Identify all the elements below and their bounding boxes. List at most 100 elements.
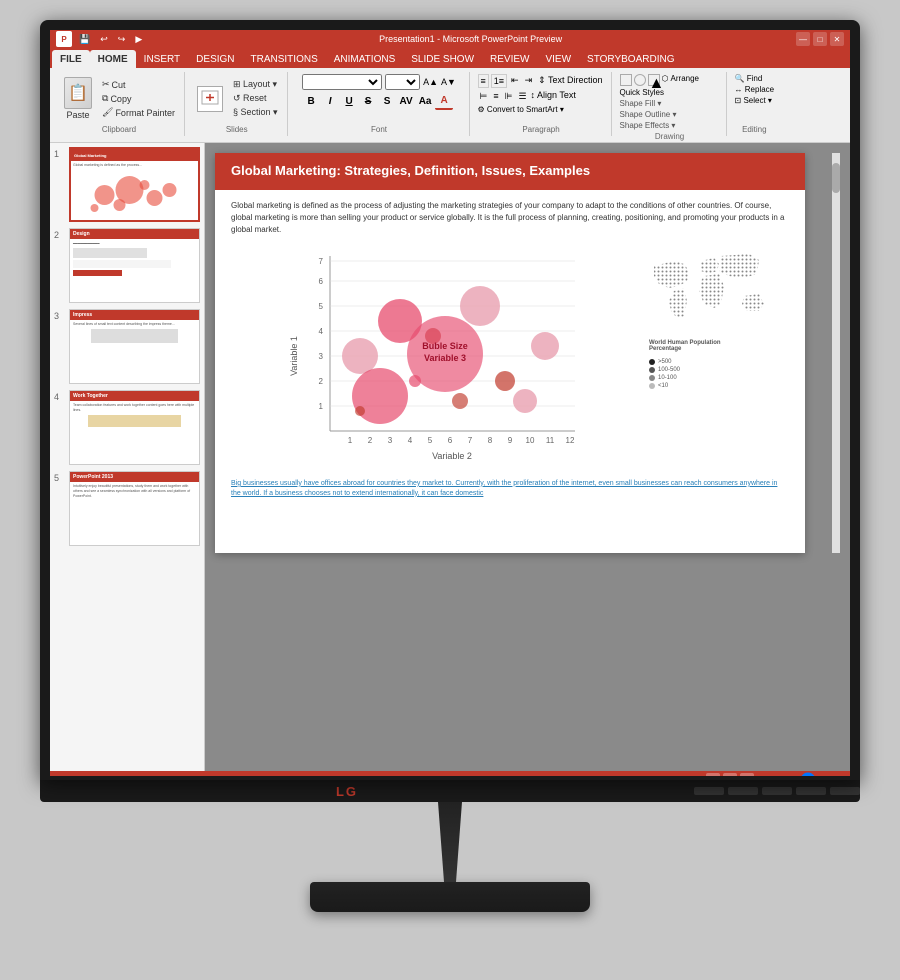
tab-home[interactable]: HOME (90, 50, 136, 68)
start-button[interactable]: ▶ (132, 33, 145, 46)
slide-sorter-icon[interactable]: ⊞ (723, 773, 737, 776)
monitor-buttons (694, 787, 860, 795)
tab-animations[interactable]: ANIMATIONS (326, 50, 403, 68)
undo-button[interactable]: ↩ (97, 33, 111, 46)
tab-design[interactable]: DESIGN (188, 50, 242, 68)
reading-view-icon[interactable]: ▶ (740, 773, 754, 776)
slide-num-4: 4 (54, 390, 64, 402)
increase-font-button[interactable]: A▲ (423, 77, 438, 87)
slide-thumb-5[interactable]: 5 PowerPoint 2013 Intuitively enjoy beau… (54, 471, 200, 546)
paste-button[interactable]: Paste (60, 75, 96, 122)
shape-outline-button[interactable]: Shape Outline ▾ (620, 110, 677, 119)
language-info: ENGLISH (UNITED KINGDOM) (116, 776, 229, 777)
convert-smartart-button[interactable]: ⚙ Convert to SmartArt ▾ (478, 105, 564, 114)
section-button[interactable]: § Section ▾ (230, 106, 281, 119)
monitor-btn-2[interactable] (728, 787, 758, 795)
layout-button[interactable]: ⊞ Layout ▾ (230, 78, 281, 91)
italic-button[interactable]: I (321, 92, 339, 110)
shape-fill-button[interactable]: Shape Fill ▾ (620, 99, 662, 108)
decrease-font-button[interactable]: A▼ (441, 77, 456, 87)
align-center-button[interactable]: ≡ (491, 90, 500, 103)
align-justify-button[interactable]: ☰ (516, 90, 528, 103)
save-button[interactable]: 💾 (76, 33, 93, 46)
replace-button[interactable]: ↔ Replace (735, 85, 775, 94)
minimize-button[interactable]: — (796, 32, 810, 46)
bold-button[interactable]: B (302, 92, 320, 110)
maximize-button[interactable]: □ (813, 32, 827, 46)
monitor-btn-3[interactable] (762, 787, 792, 795)
font-label: Font (371, 125, 387, 134)
tab-file[interactable]: FILE (52, 50, 90, 68)
legend-item-4: <10 (649, 383, 789, 389)
align-right-button[interactable]: ⊫ (503, 90, 515, 103)
underline-button[interactable]: U (340, 92, 358, 110)
app-body: 1 Global Marketing Global marketing is d… (50, 143, 850, 771)
tab-storyboarding[interactable]: STORYBOARDING (579, 50, 682, 68)
shapes-button[interactable]: ⬡ (662, 74, 669, 86)
format-painter-icon: 🖌 (102, 107, 113, 118)
change-case-button[interactable]: Aa (416, 92, 434, 110)
shadow-button[interactable]: S (378, 92, 396, 110)
slide-thumb-4[interactable]: 4 Work Together Team collaboration featu… (54, 390, 200, 465)
align-left-button[interactable]: ⊨ (478, 90, 490, 103)
slide-thumb-3[interactable]: 3 Impress Several lines of small text co… (54, 309, 200, 384)
ribbon-tabs: FILE HOME INSERT DESIGN TRANSITIONS ANIM… (50, 48, 850, 68)
paragraph-label: Paragraph (522, 125, 559, 134)
new-slide-button[interactable] (193, 84, 227, 114)
legend-label-4: <10 (658, 383, 668, 389)
copy-button[interactable]: ⧉ Copy (99, 92, 178, 105)
slide-num-1: 1 (54, 147, 64, 159)
cut-button[interactable]: ✂ Cut (99, 78, 178, 91)
slide-content: Global Marketing: Strategies, Definition… (215, 153, 805, 553)
notes-button[interactable]: NOTES (620, 776, 648, 777)
slide-info: SLIDE 1 OF 5 (58, 776, 108, 777)
legend-label-3: 10-100 (658, 375, 677, 381)
font-family-select[interactable] (302, 74, 382, 90)
comments-button[interactable]: COMMENTS (653, 776, 700, 777)
tab-slideshow[interactable]: SLIDE SHOW (403, 50, 482, 68)
clipboard-group: Paste ✂ Cut ⧉ Copy (54, 72, 185, 136)
decrease-indent-button[interactable]: ⇤ (509, 74, 521, 88)
monitor-btn-5[interactable] (830, 787, 860, 795)
find-button[interactable]: 🔍 Find (735, 74, 763, 83)
tab-insert[interactable]: INSERT (136, 50, 189, 68)
monitor-btn-1[interactable] (694, 787, 724, 795)
clipboard-label: Clipboard (102, 125, 136, 134)
shape-triangle[interactable]: ▲ (648, 74, 660, 86)
font-size-select[interactable] (385, 74, 420, 90)
tab-view[interactable]: VIEW (537, 50, 579, 68)
font-color-button[interactable]: A (435, 92, 453, 110)
increase-indent-button[interactable]: ⇥ (523, 74, 535, 88)
slide-thumb-2[interactable]: 2 Design ━━━━━━━━━━━ (54, 228, 200, 303)
select-button[interactable]: ⊡ Select ▾ (735, 96, 772, 105)
strikethrough-button[interactable]: S (359, 92, 377, 110)
reset-button[interactable]: ↺ Reset (230, 92, 281, 105)
text-direction-button[interactable]: ⇕ Text Direction (536, 74, 604, 88)
svg-text:7: 7 (468, 436, 473, 445)
align-text-button[interactable]: ↕ Align Text (531, 90, 576, 103)
drawing-group: ▲ ⬡ Arrange Quick Styles Shape Fill ▾ Sh… (614, 72, 727, 136)
normal-view-icon[interactable]: ⊟ (706, 773, 720, 776)
close-button[interactable]: ✕ (830, 32, 844, 46)
monitor-bezel: P 💾 ↩ ↪ ▶ Presentation1 - Microsoft Powe… (40, 20, 860, 780)
scroll-bar[interactable] (832, 153, 840, 553)
arrange-button[interactable]: Arrange (671, 74, 699, 86)
quick-styles-button[interactable]: Quick Styles (620, 88, 664, 97)
redo-button[interactable]: ↪ (115, 33, 129, 46)
shape-effects-button[interactable]: Shape Effects ▾ (620, 121, 676, 130)
shape-circle[interactable] (634, 74, 646, 86)
scroll-thumb[interactable] (832, 163, 840, 193)
tab-transitions[interactable]: TRANSITIONS (243, 50, 326, 68)
slide-preview-4: Work Together Team collaboration feature… (69, 390, 200, 465)
bullets-button[interactable]: ≡ (478, 74, 489, 88)
mini-bubble-chart (71, 170, 198, 215)
slide-thumb-1[interactable]: 1 Global Marketing Global marketing is d… (54, 147, 200, 222)
svg-text:Variable 2: Variable 2 (432, 451, 472, 461)
monitor-btn-4[interactable] (796, 787, 826, 795)
zoom-slider[interactable] (782, 775, 842, 776)
format-painter-button[interactable]: 🖌 Format Painter (99, 106, 178, 119)
numbering-button[interactable]: 1≡ (491, 74, 507, 88)
char-spacing-button[interactable]: AV (397, 92, 415, 110)
shape-rect[interactable] (620, 74, 632, 86)
tab-review[interactable]: REVIEW (482, 50, 537, 68)
